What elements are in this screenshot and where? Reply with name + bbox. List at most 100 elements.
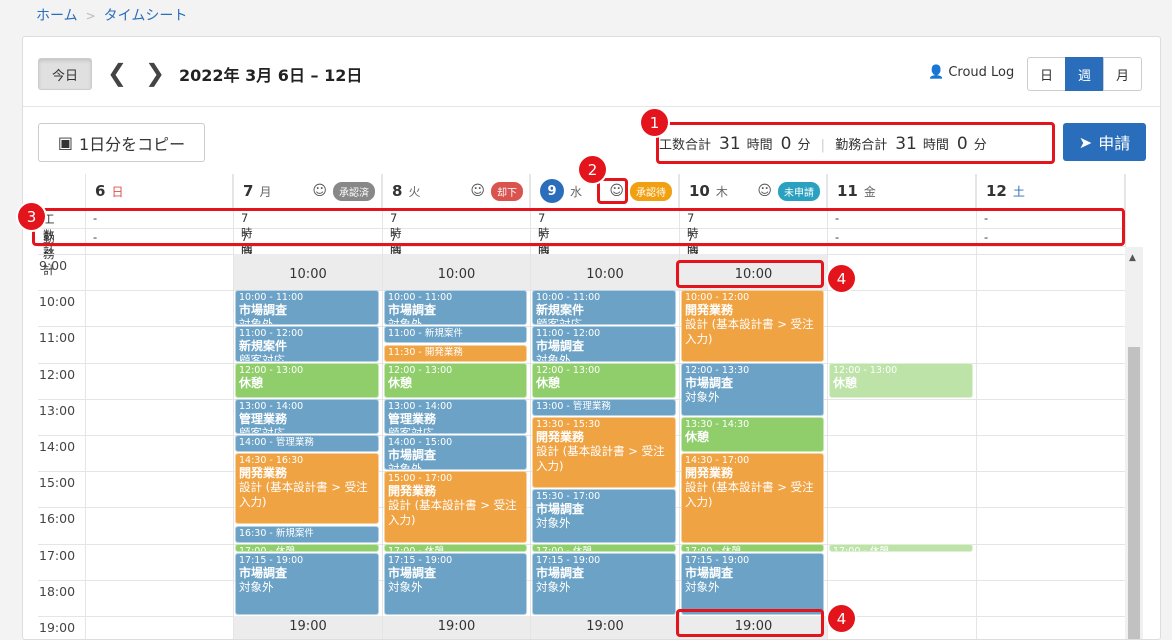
timesheet-event[interactable]: 12:00 - 13:00 休憩	[532, 362, 676, 398]
event-time: 12:00 - 13:00	[388, 364, 453, 376]
timesheet-event[interactable]: 17:00 - 休憩	[384, 543, 527, 552]
day-number: 10	[689, 182, 710, 200]
day-header-11[interactable]: 11 金	[827, 174, 976, 208]
event-time: 10:00 - 12:00	[685, 292, 750, 304]
timesheet-event[interactable]: 10:00 - 11:00 市場調査 対象外	[235, 290, 379, 326]
event-name: 休憩	[685, 429, 710, 444]
timesheet-event[interactable]: 17:15 - 19:00 市場調査 対象外	[384, 552, 527, 615]
event-detail: 顧客対応	[536, 317, 582, 326]
copy-day-label: 1日分をコピー	[78, 134, 186, 154]
day-header-7[interactable]: 7 月 ☺ 承認済	[233, 174, 382, 208]
breadcrumb-home[interactable]: ホーム	[36, 8, 78, 24]
timesheet-event[interactable]: 11:00 - 新規案件	[384, 326, 527, 344]
event-time: 14:00 - 15:00	[388, 437, 453, 448]
timesheet-event[interactable]: 14:30 - 17:00 開発業務 設計 (基本設計書 > 受注入力)	[681, 453, 824, 543]
view-switcher: 日 週 月	[1027, 57, 1142, 91]
event-time: 10:00 - 11:00	[536, 292, 601, 304]
hour-label: 15:00	[39, 475, 76, 491]
hour-label: 11:00	[39, 330, 76, 346]
event-time: 13:00 - 14:00	[388, 400, 453, 412]
today-button[interactable]: 今日	[38, 58, 92, 90]
view-day-button[interactable]: 日	[1027, 57, 1066, 91]
event-detail: 設計 (基本設計書 > 受注入力)	[685, 317, 814, 347]
timesheet-event[interactable]: 13:00 - 14:00 管理業務 顧客対応	[235, 398, 379, 434]
event-name: 休憩	[833, 375, 858, 390]
next-week-chevron-icon[interactable]: ❯	[145, 59, 165, 87]
event-time: 17:15 - 19:00	[536, 554, 601, 566]
scrollbar-thumb[interactable]	[1128, 347, 1140, 639]
view-month-button[interactable]: 月	[1103, 57, 1142, 91]
event-time: 14:30 - 16:30	[239, 455, 304, 467]
event-detail: 設計 (基本設計書 > 受注入力)	[239, 480, 368, 510]
event-detail: 顧客対応	[239, 425, 285, 434]
timesheet-event[interactable]: 12:00 - 13:30 市場調査 対象外	[681, 362, 824, 416]
day-number: 7	[243, 182, 254, 200]
timesheet-event[interactable]: 15:00 - 17:00 開発業務 設計 (基本設計書 > 受注入力)	[384, 471, 527, 543]
day-number: 6	[95, 182, 106, 200]
timesheet-event[interactable]: 17:15 - 19:00 市場調査 対象外	[681, 552, 824, 615]
event-name: 市場調査	[388, 303, 437, 318]
event-name: 市場調査	[536, 339, 585, 354]
timesheet-event[interactable]: 13:00 - 管理業務	[532, 398, 676, 416]
weekday-label: 土	[1012, 184, 1025, 199]
timesheet-event[interactable]: 10:00 - 11:00 市場調査 対象外	[384, 290, 527, 326]
breadcrumb-current[interactable]: タイムシート	[104, 8, 188, 24]
user-name[interactable]: 👤 Croud Log	[928, 65, 1014, 80]
day-header-6[interactable]: 6日	[85, 174, 233, 208]
copy-icon: ▣	[57, 133, 73, 152]
callout-2: 2	[579, 156, 606, 183]
breadcrumb: ホーム > タイムシート	[36, 5, 187, 25]
event-time: 13:00 - 管理業務	[536, 400, 611, 412]
timesheet-event[interactable]: 10:00 - 11:00 新規案件 顧客対応	[532, 290, 676, 326]
smiley-icon[interactable]: ☺	[757, 183, 772, 199]
event-time: 13:30 - 14:30	[685, 418, 750, 430]
event-detail: 対象外	[388, 317, 423, 326]
timesheet-event[interactable]: 16:30 - 新規案件	[235, 525, 379, 543]
timesheet-event[interactable]: 15:30 - 17:00 市場調査 対象外	[532, 489, 676, 543]
timesheet-event[interactable]: 12:00 - 13:00 休憩	[829, 362, 973, 398]
timesheet-event[interactable]: 14:00 - 15:00 市場調査 対象外	[384, 435, 527, 471]
timesheet-event[interactable]: 12:00 - 13:00 休憩	[235, 362, 379, 398]
timesheet-event[interactable]: 17:15 - 19:00 市場調査 対象外	[532, 552, 676, 615]
timesheet-event[interactable]: 17:00 - 休憩	[681, 543, 824, 552]
scroll-up-icon[interactable]: ▲	[1129, 253, 1136, 263]
timesheet-event[interactable]: 17:00 - 休憩	[829, 543, 973, 552]
hour-label: 14:00	[39, 439, 76, 454]
event-detail: 対象外	[685, 579, 720, 594]
apply-button[interactable]: ➤ 申請	[1063, 123, 1146, 161]
event-name: 市場調査	[239, 565, 288, 580]
event-time: 17:00 - 休憩	[833, 545, 889, 552]
callout-4: 4	[828, 265, 855, 292]
timesheet-event[interactable]: 11:00 - 12:00 市場調査 対象外	[532, 326, 676, 362]
event-name: 市場調査	[388, 448, 437, 462]
event-detail: 対象外	[239, 579, 274, 594]
day-number: 11	[837, 182, 858, 200]
timesheet-event[interactable]: 11:30 - 開発業務	[384, 344, 527, 362]
day-header-12[interactable]: 12 土	[976, 174, 1125, 208]
timesheet-event[interactable]: 14:00 - 管理業務	[235, 435, 379, 453]
timesheet-event[interactable]: 13:30 - 15:30 開発業務 設計 (基本設計書 > 受注入力)	[532, 416, 676, 489]
day-header-8[interactable]: 8 火 ☺ 却下	[382, 174, 530, 208]
event-time: 17:00 - 休憩	[388, 545, 444, 552]
smiley-icon[interactable]: ☺	[312, 183, 327, 199]
timesheet-event[interactable]: 13:00 - 14:00 管理業務 顧客対応	[384, 398, 527, 434]
event-time: 17:00 - 休憩	[536, 545, 592, 552]
timesheet-event[interactable]: 14:30 - 16:30 開発業務 設計 (基本設計書 > 受注入力)	[235, 453, 379, 525]
timesheet-event[interactable]: 10:00 - 12:00 開発業務 設計 (基本設計書 > 受注入力)	[681, 290, 824, 362]
timesheet-event[interactable]: 17:00 - 休憩	[235, 543, 379, 552]
timesheet-event[interactable]: 12:00 - 13:00 休憩	[384, 362, 527, 398]
event-name: 管理業務	[388, 411, 437, 426]
prev-week-chevron-icon[interactable]: ❮	[107, 59, 127, 87]
event-time: 17:15 - 19:00	[685, 554, 750, 566]
view-week-button[interactable]: 週	[1065, 57, 1104, 91]
timesheet-event[interactable]: 17:00 - 休憩	[532, 543, 676, 552]
timesheet-event[interactable]: 11:00 - 12:00 新規案件 顧客対応	[235, 326, 379, 362]
event-detail: 対象外	[388, 462, 423, 471]
timesheet-event[interactable]: 17:15 - 19:00 市場調査 対象外	[235, 552, 379, 615]
timesheet-event[interactable]: 13:30 - 14:30 休憩	[681, 416, 824, 453]
smiley-icon[interactable]: ☺	[470, 183, 485, 199]
day-header-10[interactable]: 10 木 ☺ 未申請	[679, 174, 827, 208]
highlight-start-time	[676, 260, 824, 288]
hour-label: 19:00	[39, 620, 76, 635]
copy-day-button[interactable]: ▣ 1日分をコピー	[38, 123, 205, 162]
